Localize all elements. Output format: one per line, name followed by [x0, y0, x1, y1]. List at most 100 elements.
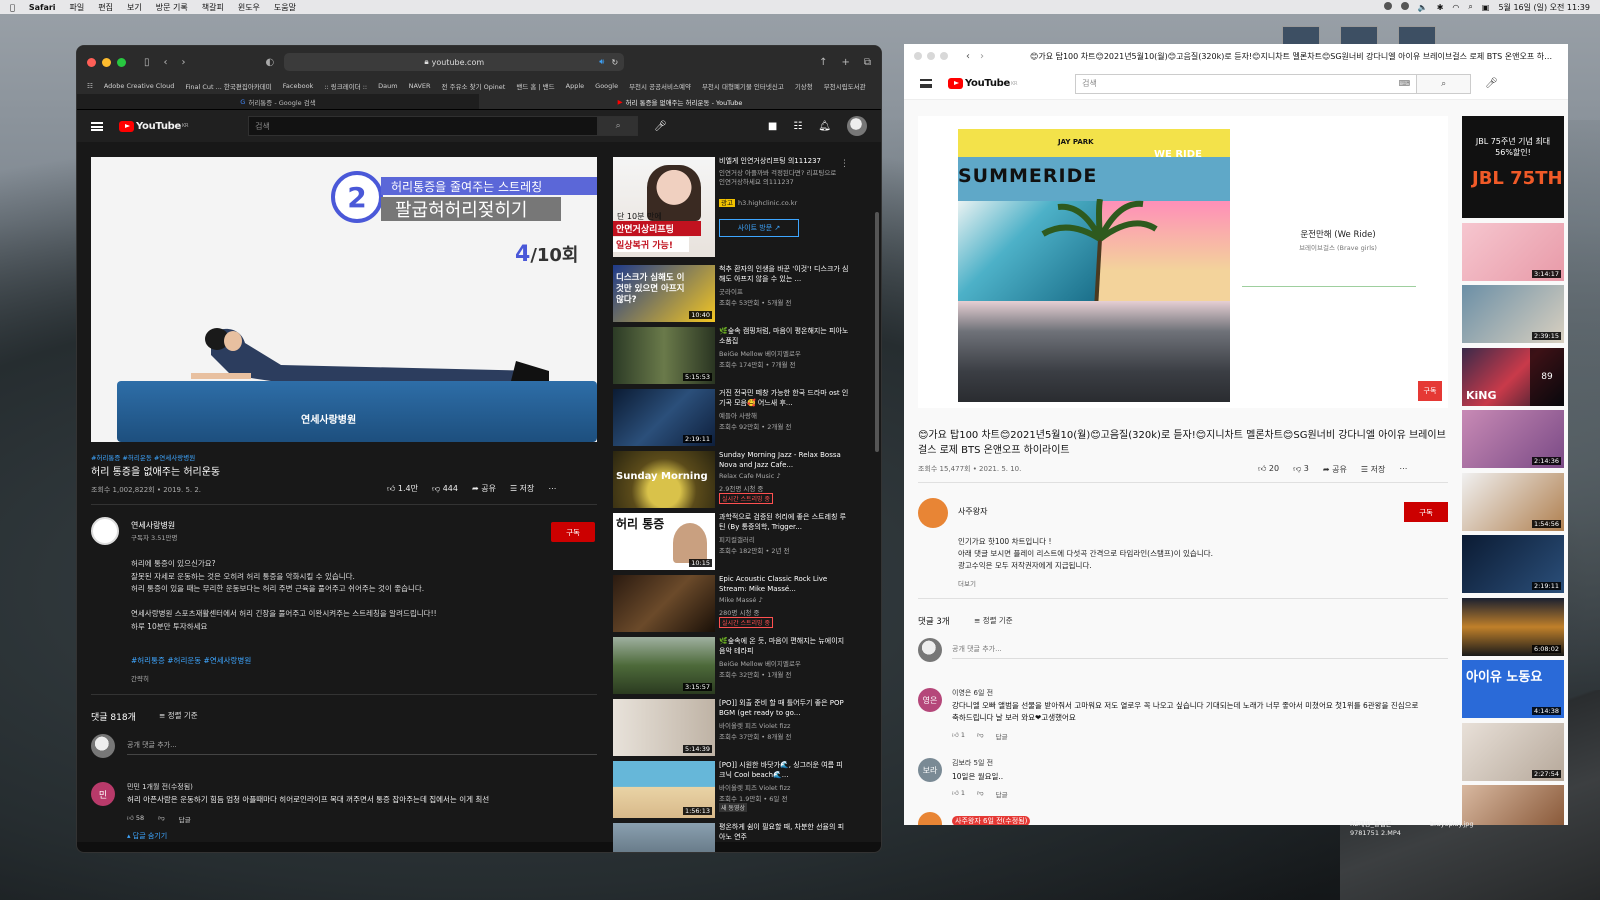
commenter-avatar[interactable]: 민	[91, 782, 115, 806]
menu-safari[interactable]: Safari	[29, 3, 56, 12]
reply-button[interactable]: 답글	[179, 814, 191, 824]
comment-author[interactable]: 민민 1개월 전(수정됨)	[127, 782, 193, 792]
related-thumbnail[interactable]: 89 KiNG	[1462, 347, 1564, 406]
reply-button[interactable]: 답글	[996, 731, 1008, 741]
video-player[interactable]: 2 허리통증을 줄여주는 스트레칭 팔굽혀허리젖히기 4/10회 연세사랑병원	[91, 157, 597, 442]
forward-icon[interactable]: ›	[182, 57, 186, 68]
menu-icon[interactable]	[91, 121, 103, 131]
tab-google[interactable]: G 허리통증 - Google 검색	[77, 94, 479, 109]
mic-icon[interactable]: 🎤︎	[1485, 78, 1498, 89]
address-bar[interactable]: 🔒︎ youtube.com 🔊︎ ↻	[284, 53, 625, 71]
subscribe-watermark[interactable]: 구독	[1418, 381, 1442, 401]
zoom-button[interactable]	[940, 52, 948, 60]
ad-thumbnail[interactable]: 단 10분 만에 안면거상리프팅 일상복귀 가능!	[613, 157, 715, 257]
bookmark-item[interactable]: 부천시 공공서비스예약	[629, 81, 691, 91]
related-video-channel[interactable]: 예들아 사랑해	[719, 410, 757, 420]
like-button[interactable]: 👍︎ 20	[1258, 464, 1279, 475]
bookmark-item[interactable]: 밴드 홈 | 밴드	[516, 81, 554, 91]
new-tab-icon[interactable]: +	[841, 57, 849, 68]
sidebar-icon[interactable]: ▯	[144, 57, 150, 68]
search-icon[interactable]: ⌕	[1468, 2, 1472, 12]
share-button[interactable]: ➦ 공유	[1323, 464, 1347, 475]
related-video[interactable]: 평온하게 쉼이 필요할 때, 차분한 선율의 피아노 연주	[613, 823, 863, 852]
related-video[interactable]: Sunday Morning Sunday Morning Jazz - Rel…	[613, 451, 863, 513]
more-vert-icon[interactable]: ⋮	[840, 159, 849, 169]
desktop-file-thumb[interactable]	[1340, 26, 1378, 46]
description-hashtags[interactable]: #허리통증 #허리운동 #연세사랑병원	[131, 655, 251, 666]
like-button[interactable]: 👍︎ 1.4만	[387, 483, 418, 494]
related-video-title[interactable]: 🌿숲속 캠핑처럼, 마음이 평온해지는 피아노 소품집	[719, 327, 849, 346]
menu-history[interactable]: 방문 기록	[156, 2, 188, 13]
menu-file[interactable]: 파일	[70, 2, 85, 13]
search-input[interactable]: 검색	[248, 116, 599, 136]
channel-avatar[interactable]	[91, 517, 119, 545]
related-video-channel[interactable]: Mike Massé ♪	[719, 596, 763, 604]
back-icon[interactable]: ‹	[966, 51, 970, 62]
bookmark-item[interactable]: NAVER	[409, 82, 431, 90]
video-thumbnail[interactable]: 5:14:39	[613, 699, 715, 756]
comment-dislike-icon[interactable]: 👎︎	[977, 731, 984, 741]
related-video-title[interactable]: 평온하게 쉼이 필요할 때, 차분한 선율의 피아노 연주	[719, 823, 849, 842]
more-icon[interactable]: ⋯	[1399, 464, 1407, 475]
related-video-title[interactable]: 척추 환자의 인생을 바꾼 '이것'! 디스크가 심해도 아프지 않을 수 있는…	[719, 265, 849, 284]
video-thumbnail[interactable]: 3:15:57	[613, 637, 715, 694]
related-thumbnail[interactable]	[1462, 785, 1564, 825]
video-thumbnail[interactable]: 5:15:53	[613, 327, 715, 384]
related-thumbnail[interactable]: 아이유 노동요 4:14:38	[1462, 660, 1564, 718]
related-video-channel[interactable]: Relax Cafe Music ♪	[719, 472, 781, 480]
comment-input[interactable]: 공개 댓글 추가...	[952, 644, 1002, 654]
bookmark-item[interactable]: 부천시립도서관	[824, 81, 866, 91]
related-video[interactable]: 2:19:11 거진 전국민 떼창 가능한 한국 드라마 ost 인기곡 모음🥰…	[613, 389, 863, 451]
sort-button[interactable]: ≡ 정렬 기준	[159, 710, 198, 721]
youtube-logo[interactable]: YouTube KR	[119, 120, 188, 132]
save-button[interactable]: ☰ 저장	[510, 483, 534, 494]
related-video[interactable]: 허리 통증 10:15 과학적으로 검증된 허리에 좋은 스트레칭 루틴 (By…	[613, 513, 863, 575]
keyboard-icon[interactable]: ⌨	[1399, 79, 1411, 88]
related-video[interactable]: 1:56:13 [PO]] 시원한 바닷가🌊, 싱그러운 여름 피크닉 Cool…	[613, 761, 863, 823]
related-video-channel[interactable]: BeiGe Mellow 베이지멜로우	[719, 658, 801, 668]
related-video[interactable]: 디스크가 심해도 이것만 있으면 아프지 않다? 10:40 척추 환자의 인생…	[613, 265, 863, 327]
close-button[interactable]	[87, 57, 96, 67]
audio-icon[interactable]: 🔊︎	[599, 57, 604, 67]
ad-title[interactable]: 비엘게 인연거상리프팅 의111237	[719, 157, 849, 167]
menu-edit[interactable]: 편집	[98, 2, 113, 13]
comment-like-button[interactable]: 👍︎ 1	[952, 731, 965, 741]
bookmark-item[interactable]: Final Cut ... 한국편집아카데미	[185, 81, 271, 91]
volume-icon[interactable]: 🔈	[1418, 3, 1428, 12]
related-video-channel[interactable]: 피지컬갤러리	[719, 534, 755, 544]
related-video[interactable]: 3:15:57 🌿숲속에 온 듯, 마음이 편해지는 뉴에이지 음악 테라피 B…	[613, 637, 863, 699]
privacy-shield-icon[interactable]: ◐	[266, 57, 275, 68]
subscribe-button[interactable]: 구독	[551, 522, 595, 542]
bluetooth-icon[interactable]: ✱	[1437, 3, 1444, 12]
share-button[interactable]: ➦ 공유	[472, 483, 496, 494]
scrollbar[interactable]	[875, 212, 879, 452]
commenter-avatar[interactable]: 보라	[918, 758, 942, 782]
ad-thumbnail[interactable]: JBL 75주년 기념 최대 56%할인! JBL 75TH	[1462, 116, 1564, 218]
ad-card[interactable]: 단 10분 만에 안면거상리프팅 일상복귀 가능! 비엘게 인연거상리프팅 의1…	[613, 157, 863, 265]
reload-icon[interactable]: ↻	[612, 58, 619, 67]
tab-youtube[interactable]: ▶ 허리 통증을 없애주는 허리운동 - YouTube	[479, 94, 881, 109]
dislike-button[interactable]: 👎︎ 3	[1293, 464, 1309, 475]
related-thumbnail[interactable]: 2:39:15	[1462, 285, 1564, 343]
related-video[interactable]: 5:15:53 🌿숲속 캠핑처럼, 마음이 평온해지는 피아노 소품집 BeiG…	[613, 327, 863, 389]
related-thumbnail[interactable]: 1:54:56	[1462, 472, 1564, 531]
comment-author[interactable]: 김보라 5일 전	[952, 758, 993, 768]
video-player[interactable]: JAY PARK SUMMERIDE WE RIDE 운전만해 (We Ride…	[918, 116, 1448, 408]
video-thumbnail[interactable]: Sunday Morning	[613, 451, 715, 508]
related-video-title[interactable]: Epic Acoustic Classic Rock Live Stream: …	[719, 575, 849, 594]
status-icon[interactable]	[1383, 2, 1392, 12]
back-icon[interactable]: ‹	[164, 57, 168, 68]
status-icon[interactable]	[1400, 2, 1409, 12]
desktop-file-thumb[interactable]	[1282, 26, 1320, 46]
video-thumbnail[interactable]: 1:56:13	[613, 761, 715, 818]
bookmark-item[interactable]: 전 주유소 찾기 Opinet	[442, 81, 506, 91]
channel-name[interactable]: 사주왕자	[958, 506, 987, 517]
related-video-channel[interactable]: BeiGe Mellow 베이지멜로우	[719, 348, 801, 358]
apple-icon[interactable]: 	[10, 3, 15, 12]
menu-bookmarks[interactable]: 책갈피	[202, 2, 224, 13]
video-thumbnail[interactable]: 허리 통증 10:15	[613, 513, 715, 570]
save-button[interactable]: ☰ 저장	[1361, 464, 1385, 475]
visit-site-button[interactable]: 사이트 방문 ↗	[719, 219, 799, 237]
desktop-file-thumb[interactable]	[1398, 26, 1436, 46]
create-video-icon[interactable]: ■	[768, 121, 777, 132]
